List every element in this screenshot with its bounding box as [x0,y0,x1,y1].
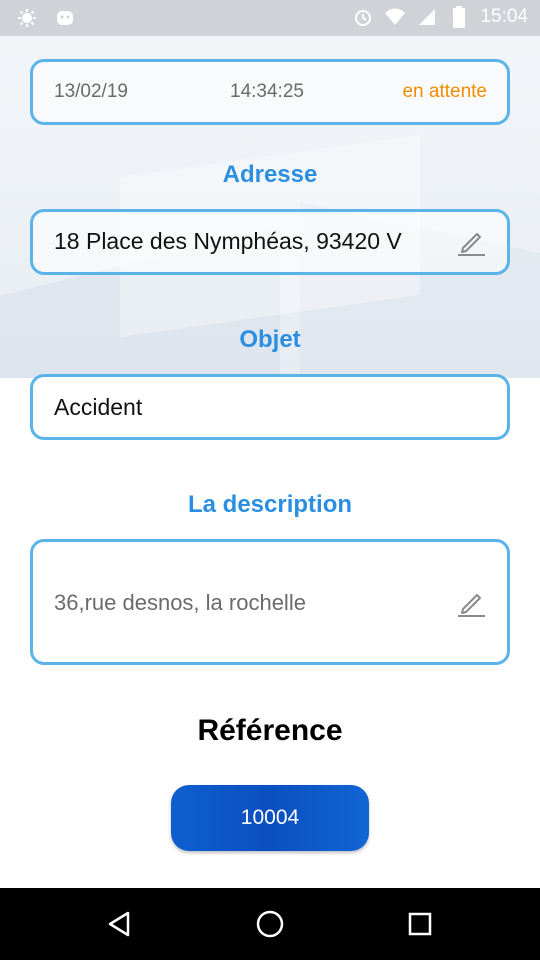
object-value: Accident [54,394,143,420]
reference-title: Référence [197,714,343,747]
description-label: La description [187,491,353,518]
edit-pencil-icon[interactable] [455,587,487,619]
edit-pencil-icon[interactable] [455,226,487,258]
status-bar: 15:04 [0,0,540,36]
info-field: 13/02/19 14:34:25 en attente [30,59,510,125]
date-value: 13/02/19 [54,81,128,102]
time-value: 14:34:25 [230,81,304,102]
notification-icon [16,7,38,29]
address-label: Adresse [222,161,318,188]
wifi-icon [384,6,406,28]
battery-icon [448,6,470,28]
android-icon [54,7,76,29]
reference-button[interactable]: 10004 [171,785,369,851]
address-field[interactable]: 18 Place des Nymphéas, 93420 V [30,209,510,275]
back-icon[interactable] [102,906,138,942]
navigation-bar [0,888,540,960]
address-value: 18 Place des Nymphéas, 93420 V [54,228,402,254]
status-value: en attente [402,81,487,102]
description-value: 36,rue desnos, la rochelle [54,590,306,615]
status-time: 15:04 [480,6,528,27]
signal-icon [416,6,438,28]
recents-icon[interactable] [402,906,438,942]
object-field[interactable]: Accident [30,374,510,440]
object-label: Objet [239,326,301,353]
alarm-icon [352,6,374,28]
description-field[interactable]: 36,rue desnos, la rochelle [30,539,510,665]
home-icon[interactable] [252,906,288,942]
